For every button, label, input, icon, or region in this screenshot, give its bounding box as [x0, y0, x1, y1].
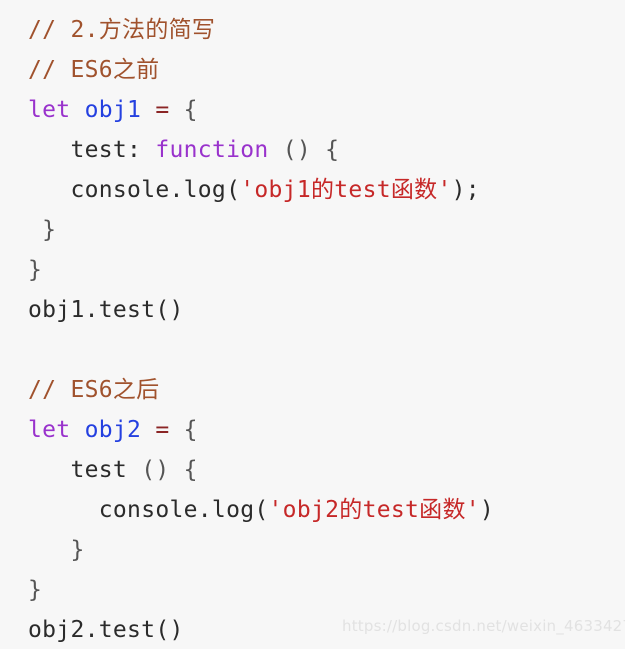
code-token: console.log(: [70, 177, 241, 203]
code-line[interactable]: }: [0, 210, 625, 250]
code-line[interactable]: }: [0, 250, 625, 290]
code-token: obj2.test(): [28, 617, 184, 643]
code-token: test:: [70, 137, 142, 163]
code-token: 'obj2的test函数': [268, 497, 480, 523]
code-token: let: [28, 417, 71, 443]
code-line[interactable]: test () {: [0, 450, 625, 490]
code-line[interactable]: obj1.test(): [0, 290, 625, 330]
code-line[interactable]: }: [0, 570, 625, 610]
csdn-watermark: https://blog.csdn.net/weixin_46334272: [342, 617, 625, 635]
code-token: =: [155, 417, 170, 443]
code-token: // ES6之后: [28, 377, 160, 403]
code-line[interactable]: // ES6之前: [0, 50, 625, 90]
code-screenshot: // 2.方法的简写 // ES6之前 let obj1 = { test: fun…: [0, 0, 625, 649]
code-token: (): [141, 457, 170, 483]
code-token: (): [282, 137, 311, 163]
code-token: {: [325, 137, 340, 163]
code-line[interactable]: console.log('obj1的test函数');: [0, 170, 625, 210]
code-token: =: [155, 97, 170, 123]
code-token: function: [155, 137, 269, 163]
code-line[interactable]: }: [0, 530, 625, 570]
code-token: obj1.test(): [28, 297, 184, 323]
code-line[interactable]: [0, 330, 625, 370]
code-token: test: [70, 457, 128, 483]
code-line[interactable]: test: function () {: [0, 130, 625, 170]
code-token: }: [28, 577, 43, 603]
code-token: obj1: [84, 97, 142, 123]
code-line[interactable]: let obj1 = {: [0, 90, 625, 130]
code-token: {: [183, 97, 198, 123]
code-token: // 2.方法的简写: [28, 17, 216, 43]
code-token: 'obj1的test函数': [240, 177, 452, 203]
code-token: ): [479, 497, 495, 523]
code-token: {: [183, 457, 198, 483]
code-token: );: [451, 177, 480, 203]
code-token: {: [183, 417, 198, 443]
code-token: let: [28, 97, 71, 123]
code-token: }: [28, 257, 43, 283]
code-line[interactable]: console.log('obj2的test函数'): [0, 490, 625, 530]
code-block[interactable]: // 2.方法的简写 // ES6之前 let obj1 = { test: fun…: [0, 0, 625, 649]
code-token: console.log(: [98, 497, 269, 523]
code-token: }: [70, 537, 85, 563]
code-token: obj2: [84, 417, 142, 443]
code-line[interactable]: // ES6之后: [0, 370, 625, 410]
code-token: // ES6之前: [28, 57, 160, 83]
code-token: }: [42, 217, 57, 243]
code-line[interactable]: // 2.方法的简写: [0, 10, 625, 50]
code-line[interactable]: let obj2 = {: [0, 410, 625, 450]
